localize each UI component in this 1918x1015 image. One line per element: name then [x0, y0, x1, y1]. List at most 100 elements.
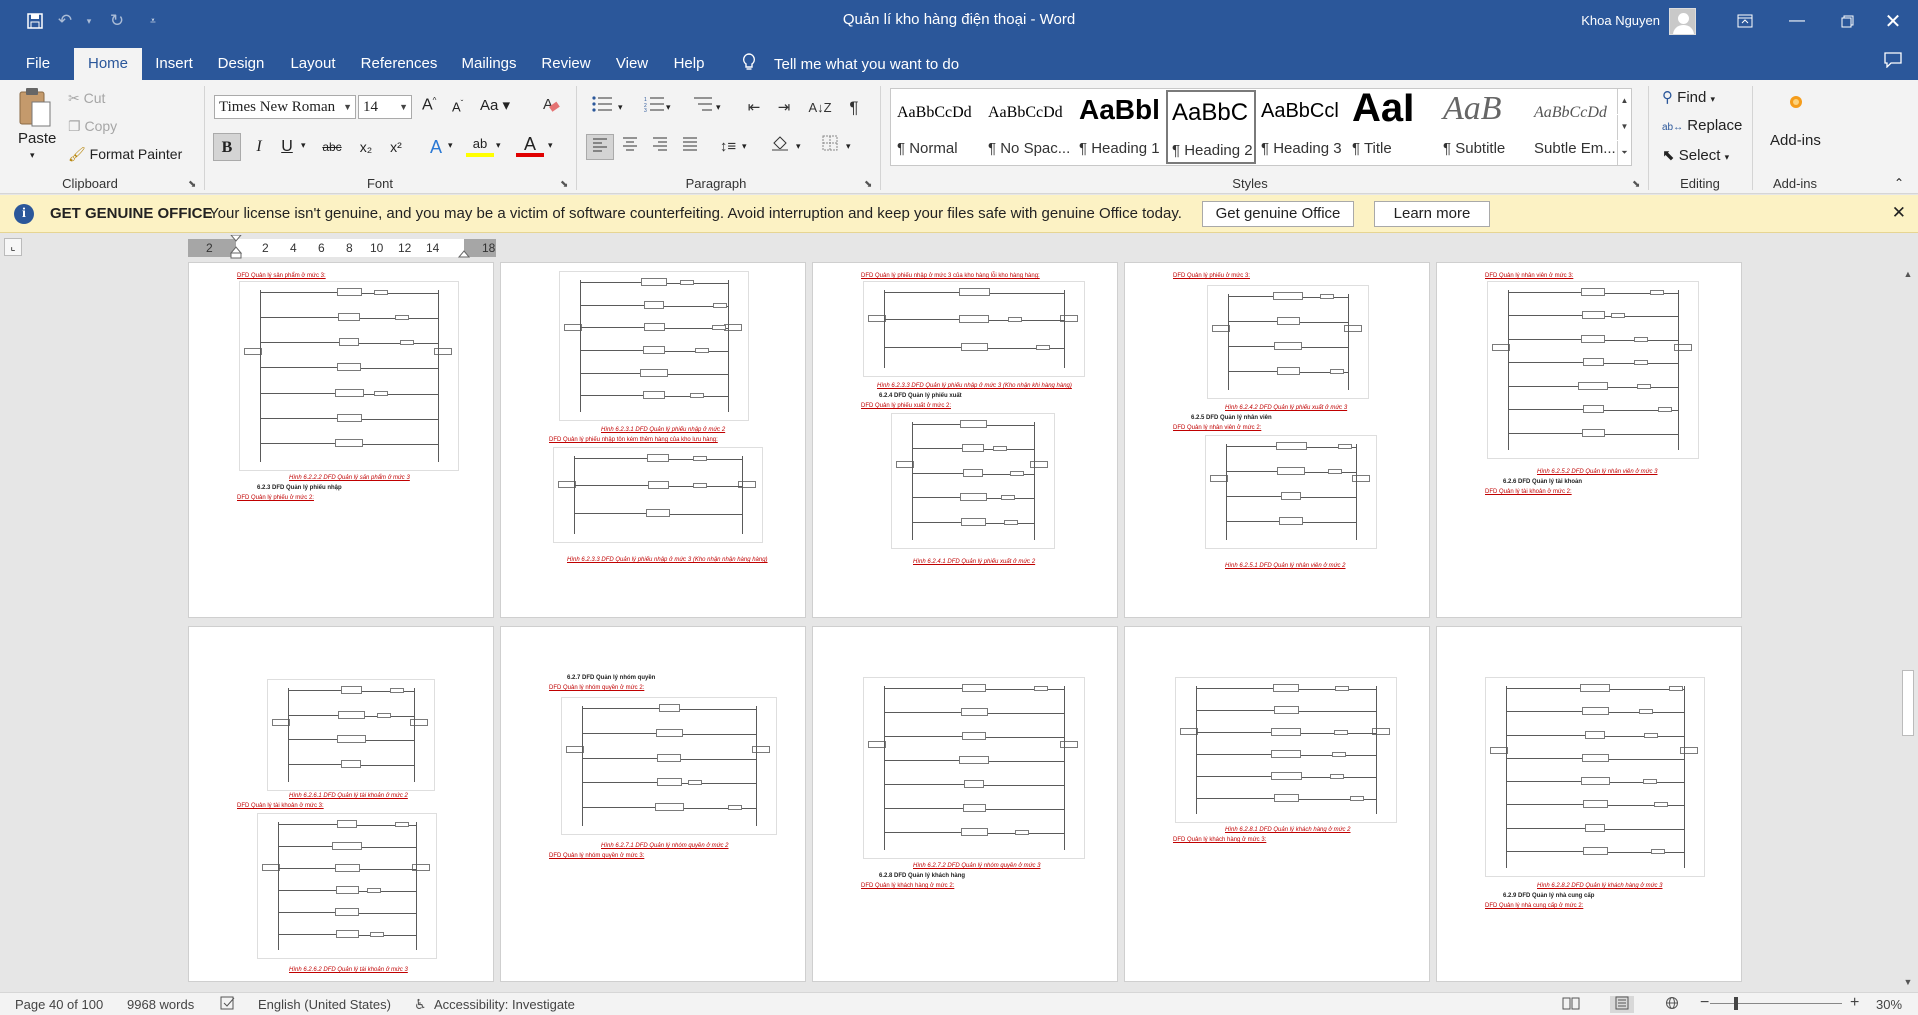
- styles-launcher-icon[interactable]: ⬊: [1632, 179, 1640, 190]
- gallery-scroll-down-icon[interactable]: ▼: [1617, 115, 1631, 140]
- scroll-up-icon[interactable]: ▲: [1898, 266, 1918, 282]
- proofing-icon[interactable]: [220, 996, 236, 1013]
- zoom-out-button[interactable]: −: [1700, 994, 1709, 1012]
- print-layout-icon[interactable]: [1610, 996, 1634, 1013]
- indent-markers-icon[interactable]: [230, 235, 242, 261]
- minimize-icon[interactable]: —: [1774, 0, 1820, 42]
- font-launcher-icon[interactable]: ⬊: [560, 179, 568, 190]
- scroll-down-icon[interactable]: ▼: [1898, 974, 1918, 990]
- italic-button[interactable]: I: [245, 133, 273, 161]
- language-indicator[interactable]: English (United States): [258, 997, 391, 1012]
- style-heading-3[interactable]: AaBbCcl ¶ Heading 3: [1257, 90, 1347, 164]
- document-page[interactable]: Hình 6.2.3.1 DFD Quản lý phiếu nhập ở mứ…: [500, 262, 806, 618]
- document-page[interactable]: Hình 6.2.6.1 DFD Quản lý tài khoản ở mức…: [188, 626, 494, 982]
- scroll-thumb[interactable]: [1902, 670, 1914, 736]
- document-page[interactable]: DFD Quản lý nhân viên ở mức 3: Hình 6.2.…: [1436, 262, 1742, 618]
- web-layout-icon[interactable]: [1664, 996, 1680, 1013]
- style-subtitle[interactable]: AaB ¶ Subtitle: [1439, 90, 1529, 164]
- highlight-button[interactable]: ab: [466, 133, 494, 157]
- tab-view[interactable]: View: [610, 48, 654, 80]
- learn-more-button[interactable]: Learn more: [1374, 201, 1490, 227]
- align-left-button[interactable]: [586, 134, 614, 160]
- grow-font-button[interactable]: A^: [422, 96, 436, 114]
- tell-me-search[interactable]: Tell me what you want to do: [774, 56, 959, 73]
- document-page[interactable]: 6.2.7 DFD Quản lý nhóm quyền DFD Quản lý…: [500, 626, 806, 982]
- strikethrough-button[interactable]: abc: [318, 133, 346, 161]
- style-normal[interactable]: AaBbCcDd ¶ Normal: [893, 90, 983, 164]
- tab-design[interactable]: Design: [214, 48, 268, 80]
- bullets-button[interactable]: [586, 95, 620, 121]
- tab-references[interactable]: References: [358, 48, 440, 80]
- style-no-spacing[interactable]: AaBbCcDd ¶ No Spac...: [984, 90, 1074, 164]
- align-center-button[interactable]: [616, 134, 644, 160]
- style-heading-1[interactable]: AaBbl ¶ Heading 1: [1075, 90, 1165, 164]
- borders-button[interactable]: [816, 134, 844, 160]
- style-subtle-emphasis[interactable]: AaBbCcDd Subtle Em...: [1530, 90, 1616, 164]
- accessibility-icon[interactable]: ♿: [414, 996, 427, 1013]
- tab-help[interactable]: Help: [668, 48, 710, 80]
- collapse-ribbon-icon[interactable]: ⌃: [1894, 176, 1904, 190]
- style-heading-2[interactable]: AaBbC ¶ Heading 2: [1166, 90, 1256, 164]
- replace-button[interactable]: ab↔ Replace: [1662, 117, 1742, 134]
- format-painter-button[interactable]: 🖌 Format Painter: [68, 146, 182, 163]
- tab-mailings[interactable]: Mailings: [456, 48, 522, 80]
- highlight-dropdown-icon[interactable]: ▾: [496, 140, 501, 151]
- vertical-scrollbar[interactable]: ▲ ▼: [1898, 262, 1918, 992]
- addins-button[interactable]: Add-ins: [1770, 132, 1821, 149]
- accessibility-status[interactable]: Accessibility: Investigate: [434, 997, 575, 1012]
- select-button[interactable]: ⬉ Select ▾: [1662, 146, 1729, 164]
- horizontal-ruler[interactable]: 2 2 4 6 8 10 12 14 18: [188, 235, 496, 259]
- bullets-dropdown-icon[interactable]: ▾: [618, 102, 623, 113]
- numbering-dropdown-icon[interactable]: ▾: [666, 102, 671, 113]
- gallery-more-icon[interactable]: ⏷: [1617, 141, 1631, 165]
- line-spacing-dropdown-icon[interactable]: ▾: [742, 141, 747, 152]
- close-icon[interactable]: ✕: [1892, 203, 1906, 223]
- document-page[interactable]: Hình 6.2.7.2 DFD Quản lý nhóm quyền ở mứ…: [812, 626, 1118, 982]
- underline-button[interactable]: U: [273, 133, 301, 161]
- tab-file[interactable]: File: [18, 48, 58, 80]
- restore-icon[interactable]: [1824, 0, 1870, 42]
- word-count[interactable]: 9968 words: [127, 997, 194, 1012]
- tab-selector-icon[interactable]: ⌞: [4, 238, 22, 256]
- document-page[interactable]: DFD Quản lý phiếu nhập ở mức 3 của kho h…: [812, 262, 1118, 618]
- zoom-in-button[interactable]: +: [1850, 994, 1859, 1012]
- subscript-button[interactable]: x₂: [352, 133, 380, 161]
- page-count[interactable]: Page 40 of 100: [15, 997, 103, 1012]
- user-name[interactable]: Khoa Nguyen: [1581, 13, 1660, 28]
- shrink-font-button[interactable]: Aˇ: [452, 99, 463, 114]
- align-right-button[interactable]: [646, 134, 674, 160]
- document-page[interactable]: DFD Quản lý sản phẩm ở mức 3: Hình 6.2.2…: [188, 262, 494, 618]
- zoom-level[interactable]: 30%: [1876, 997, 1902, 1012]
- borders-dropdown-icon[interactable]: ▾: [846, 141, 851, 152]
- paste-dropdown-icon[interactable]: ▾: [30, 150, 35, 161]
- chevron-down-icon[interactable]: ▼: [343, 96, 352, 118]
- shading-dropdown-icon[interactable]: ▾: [796, 141, 801, 152]
- right-indent-icon[interactable]: [458, 245, 470, 259]
- tab-review[interactable]: Review: [538, 48, 594, 80]
- text-effects-dropdown-icon[interactable]: ▾: [448, 140, 453, 151]
- comments-icon[interactable]: [1884, 52, 1902, 71]
- document-pages-area[interactable]: DFD Quản lý sản phẩm ở mức 3: Hình 6.2.2…: [0, 262, 1898, 992]
- superscript-button[interactable]: x²: [382, 133, 410, 161]
- sort-button[interactable]: A↓Z: [806, 95, 834, 121]
- tab-insert[interactable]: Insert: [150, 48, 198, 80]
- close-icon[interactable]: ✕: [1870, 0, 1916, 42]
- show-formatting-button[interactable]: ¶: [840, 95, 868, 121]
- paste-label[interactable]: Paste: [18, 130, 56, 147]
- justify-button[interactable]: [676, 134, 704, 160]
- find-button[interactable]: ⚲ Find ▾: [1662, 88, 1715, 106]
- text-effects-button[interactable]: A: [422, 133, 450, 161]
- read-mode-icon[interactable]: [1562, 996, 1580, 1013]
- shading-button[interactable]: [766, 134, 794, 160]
- font-color-button[interactable]: A: [516, 133, 544, 157]
- avatar[interactable]: [1669, 8, 1696, 35]
- clear-formatting-icon[interactable]: A: [542, 94, 560, 117]
- font-name-combo[interactable]: Times New Roman ▼: [214, 95, 356, 119]
- document-page[interactable]: Hình 6.2.8.2 DFD Quản lý khách hàng ở mứ…: [1436, 626, 1742, 982]
- multilevel-dropdown-icon[interactable]: ▾: [716, 102, 721, 113]
- bold-button[interactable]: B: [213, 133, 241, 161]
- gallery-scroll-up-icon[interactable]: ▲: [1617, 89, 1631, 114]
- multilevel-list-button[interactable]: [686, 95, 720, 121]
- cut-button[interactable]: ✂ Cut: [68, 90, 105, 107]
- style-title[interactable]: AaI ¶ Title: [1348, 90, 1438, 164]
